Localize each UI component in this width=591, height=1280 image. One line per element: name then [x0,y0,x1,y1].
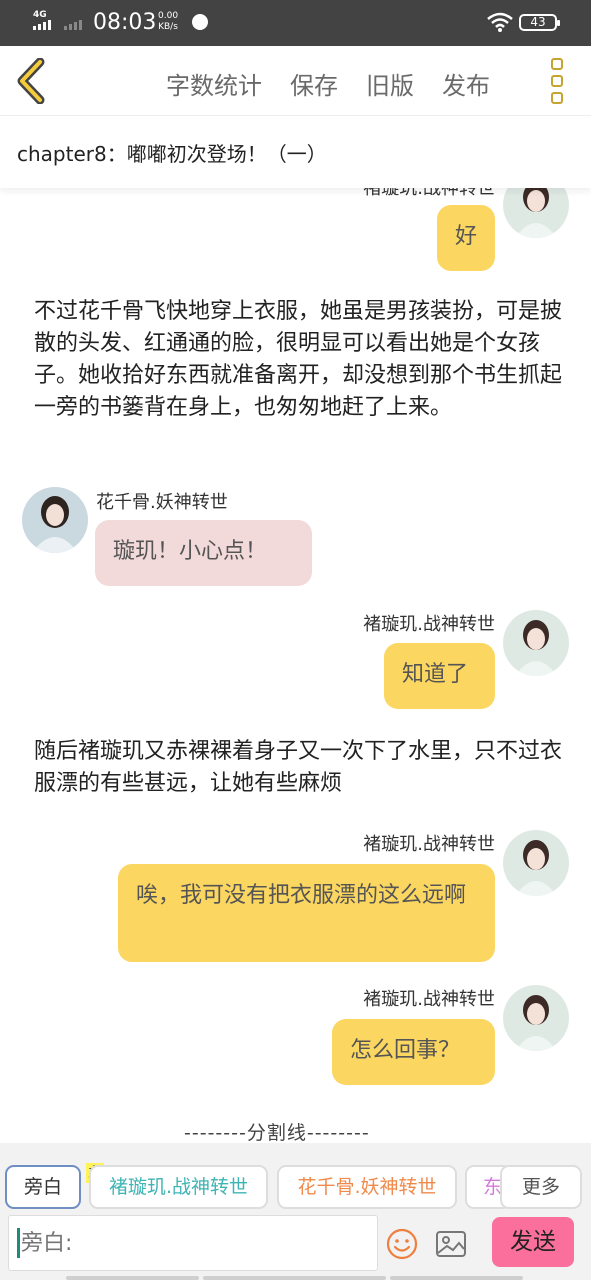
character-selector: 旁白 主 褚璇玑.战神转世 花千骨.妖神转世 东 更多 [0,1143,591,1213]
message-bubble[interactable]: 璇玑！小心点！ [95,520,312,586]
network-speed: 0.00 KB/s [158,11,178,33]
save-button[interactable]: 保存 [290,66,338,101]
signal-icon [33,20,51,30]
speed-unit: KB/s [158,22,178,32]
chapter-title: chapter8：嘟嘟初次登场！（一） [17,142,327,166]
wifi-icon [487,12,513,32]
word-count-button[interactable]: 字数统计 [166,66,262,101]
message-bubble[interactable]: 知道了 [384,643,495,709]
avatar-huaqiangu[interactable] [22,487,88,553]
message-sender-name: 花千骨.妖神转世 [96,492,228,513]
globe-icon [192,14,208,30]
emoji-icon[interactable] [385,1227,419,1261]
message-bubble[interactable]: 好 [437,205,495,271]
nav-gesture-bar [390,1276,523,1280]
publish-button[interactable]: 发布 [442,66,490,101]
old-version-button[interactable]: 旧版 [366,66,414,101]
editor-toolbar: 字数统计 保存 旧版 发布 [0,46,591,116]
image-icon[interactable] [434,1227,468,1261]
narration-paragraph[interactable]: 随后褚璇玑又赤裸裸着身子又一次下了水里，只不过衣服漂的有些甚远，让她有些麻烦 [34,736,562,800]
nav-gesture-bar [203,1276,386,1280]
message-sender-name: 褚璇玑.战神转世 [363,614,495,635]
nav-gesture-bar [66,1276,199,1280]
avatar-xuanji[interactable] [503,610,569,676]
message-bubble[interactable]: 唉，我可没有把衣服漂的这么远啊 [118,864,495,962]
input-bar: 发送 [0,1213,591,1280]
signal-icon-secondary [64,20,82,30]
send-button[interactable]: 发送 [492,1217,574,1267]
clock: 08:03 [93,10,157,35]
more-menu-icon[interactable] [551,58,567,104]
speed-value: 0.00 [158,11,179,21]
message-sender-name: 褚璇玑.战神转世 [363,834,495,855]
character-chip-narration[interactable]: 旁白 [5,1165,81,1209]
more-characters-button[interactable]: 更多 [500,1165,582,1209]
avatar-xuanji[interactable] [503,188,569,238]
battery-icon: 43 [519,14,560,31]
message-input-box[interactable] [8,1215,378,1271]
message-input[interactable] [15,1216,373,1270]
message-bubble[interactable]: 怎么回事？ [332,1019,495,1085]
status-bar: 4G 08:03 0.00 KB/s 43 [0,0,591,46]
story-feed[interactable]: 褚璇玑.战神转世 好 不过花千骨飞快地穿上衣服，她虽是男孩装扮，可是披散的头发、… [0,188,591,1143]
narration-paragraph[interactable]: 不过花千骨飞快地穿上衣服，她虽是男孩装扮，可是披散的头发、红通通的脸，很明显可以… [34,296,562,424]
network-type: 4G [33,10,47,20]
message-sender-name: 褚璇玑.战神转世 [363,989,495,1010]
back-arrow-icon[interactable] [14,58,54,104]
avatar-xuanji[interactable] [503,830,569,896]
character-chip-xuanji[interactable]: 褚璇玑.战神转世 [89,1165,268,1209]
chapter-title-bar[interactable]: chapter8：嘟嘟初次登场！（一） [0,116,591,188]
message-sender-name: 褚璇玑.战神转世 [363,188,495,199]
avatar-xuanji[interactable] [503,985,569,1051]
character-chip-partial[interactable]: 东 [465,1165,505,1209]
character-chip-huaqiangu[interactable]: 花千骨.妖神转世 [277,1165,457,1209]
scene-divider: --------分割线-------- [184,1122,370,1143]
